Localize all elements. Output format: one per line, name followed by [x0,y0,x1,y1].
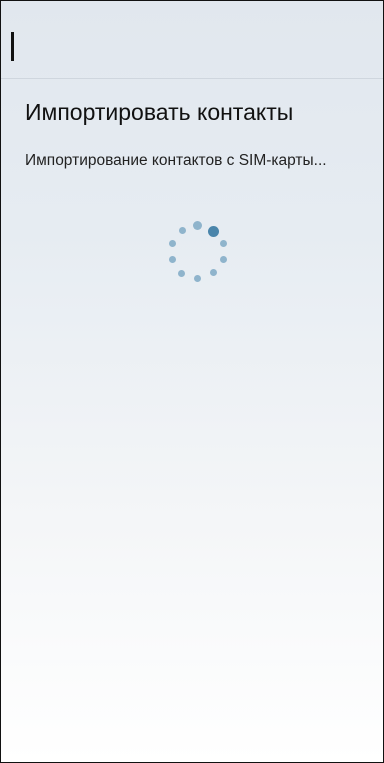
top-bar [1,1,383,79]
spinner-dot [208,226,219,237]
loading-spinner-icon [167,219,229,282]
spinner-dot [169,256,176,263]
dialog-message: Импортирование контактов с SIM-карты... [25,152,327,169]
spinner-dot [178,270,185,277]
spinner-dot [169,240,176,247]
spinner-dot [220,256,227,263]
text-cursor [11,32,14,61]
dialog-title: Импортировать контакты [25,99,294,125]
spinner-dot [210,269,217,276]
spinner-dot [179,227,186,234]
spinner-dot [193,221,202,230]
spinner-dot [220,240,227,247]
phone-screen: Импортировать контакты Импортирование ко… [0,0,384,763]
spinner-dot [194,275,201,282]
